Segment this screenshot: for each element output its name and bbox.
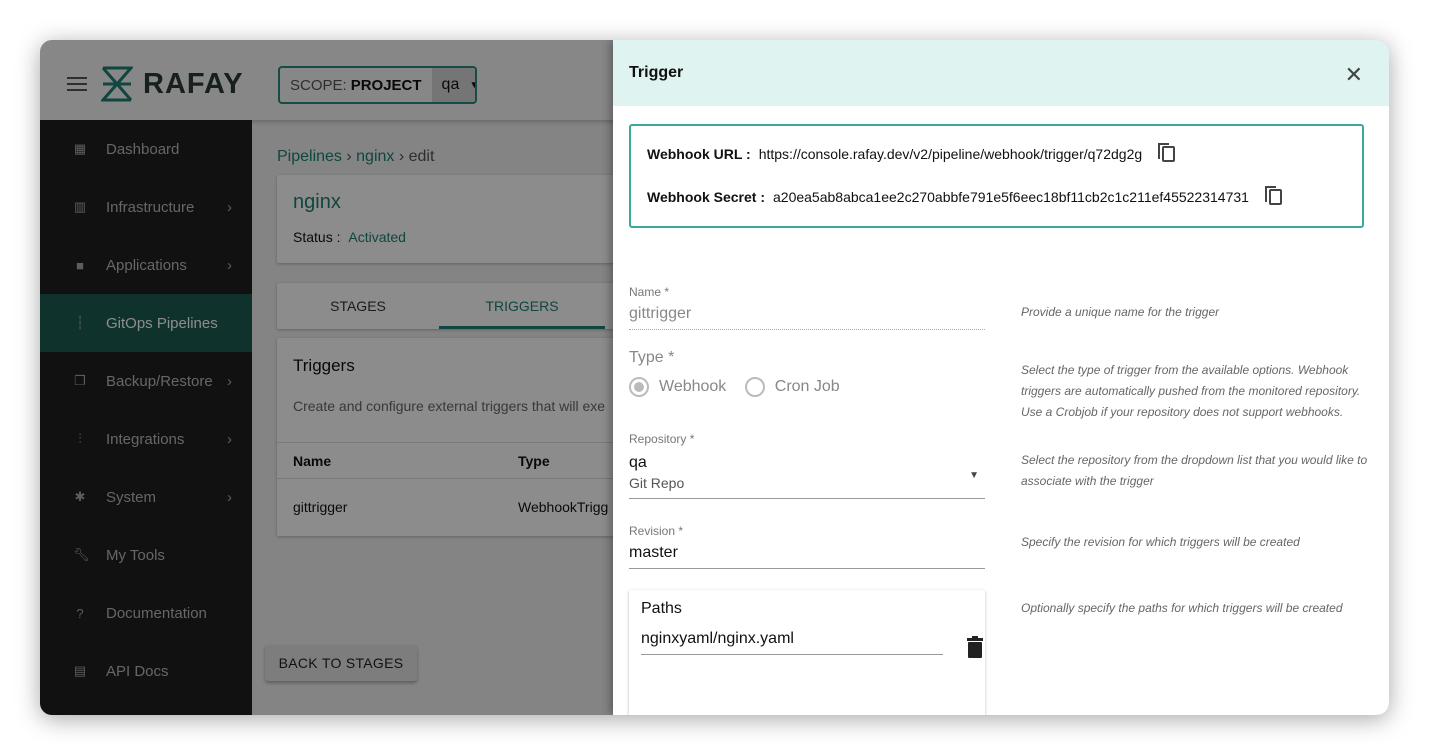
app-window: RAFAY SCOPE:PROJECT qa▼ ▦Dashboard▥Infra…	[40, 40, 1389, 715]
repository-label: Repository *	[629, 432, 695, 446]
webhook-url: https://console.rafay.dev/v2/pipeline/we…	[758, 146, 1143, 162]
revision-label: Revision *	[629, 524, 684, 538]
radio-unchecked-icon	[744, 377, 765, 397]
drawer-header: Trigger ✕	[613, 40, 1389, 106]
delete-icon[interactable]	[966, 636, 984, 658]
paths-card: Paths nginxyaml/nginx.yaml	[629, 590, 985, 715]
webhook-secret-label: Webhook Secret :	[647, 189, 765, 205]
drawer-title: Trigger	[629, 64, 684, 81]
type-help: Select the type of trigger from the avai…	[1021, 363, 1361, 419]
revision-value: master	[629, 544, 678, 561]
type-field: Type * Webhook Cron Job	[629, 349, 985, 397]
name-field[interactable]: Name * gittrigger	[629, 285, 985, 330]
name-value: gittrigger	[629, 305, 692, 322]
caret-down-icon: ▼	[969, 470, 979, 481]
webhook-secret: a20ea5ab8abca1ee2c270abbfe791e5f6eec18bf…	[773, 189, 1249, 205]
trigger-drawer: Trigger ✕ Webhook URL : https://console.ra…	[613, 40, 1389, 715]
paths-label: Paths	[641, 600, 682, 617]
webhook-info-box: Webhook URL : https://console.rafay.dev/v…	[629, 124, 1364, 228]
repository-help: Select the repository from the dropdown …	[1021, 453, 1368, 488]
paths-help: Optionally specify the paths for which t…	[1021, 601, 1343, 615]
repository-select[interactable]: Repository * qa Git Repo ▼	[629, 432, 985, 499]
repository-type: Git Repo	[629, 475, 685, 491]
close-icon[interactable]: ✕	[1345, 62, 1363, 88]
copy-icon[interactable]	[1158, 143, 1176, 162]
repository-value: qa	[629, 454, 647, 471]
radio-checked-icon	[629, 377, 649, 397]
webhook-url-label: Webhook URL :	[647, 146, 751, 162]
revision-field[interactable]: Revision * master	[629, 524, 985, 569]
webhook-option-label: Webhook	[659, 378, 727, 396]
path-input[interactable]: nginxyaml/nginx.yaml	[641, 630, 943, 655]
type-label: Type *	[629, 349, 675, 366]
name-help: Provide a unique name for the trigger	[1021, 305, 1220, 319]
revision-help: Specify the revision for which triggers …	[1021, 535, 1300, 549]
name-label: Name *	[629, 285, 670, 299]
radio-webhook[interactable]: Webhook	[629, 377, 727, 397]
path-value: nginxyaml/nginx.yaml	[641, 630, 794, 647]
cron-option-label: Cron Job	[774, 378, 840, 396]
radio-cron-job[interactable]: Cron Job	[744, 377, 840, 397]
copy-icon[interactable]	[1264, 186, 1282, 205]
